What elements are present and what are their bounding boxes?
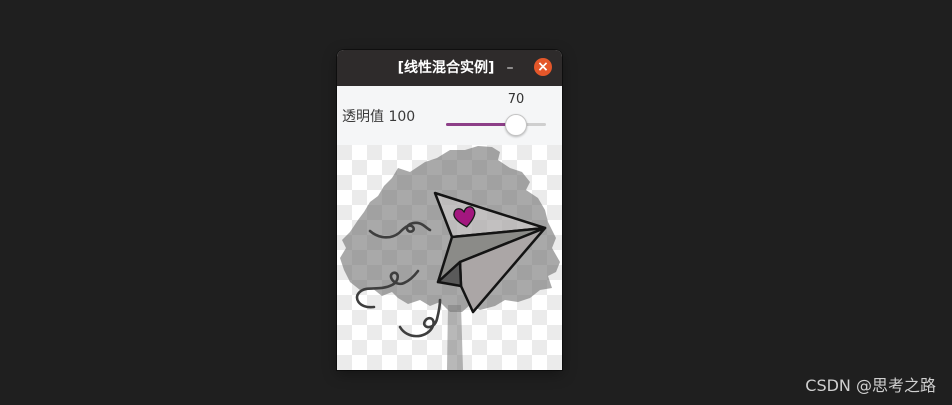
close-button[interactable]: × bbox=[534, 58, 552, 76]
minimize-button[interactable]: – bbox=[503, 59, 517, 77]
trackbar-panel: 透明值 100 70 bbox=[337, 86, 562, 145]
slider-thumb[interactable] bbox=[505, 114, 527, 136]
app-window: [线性混合实例] – × 透明值 100 70 bbox=[337, 50, 562, 370]
close-icon: × bbox=[537, 59, 549, 75]
watermark: CSDN @思考之路 bbox=[805, 376, 936, 395]
image-canvas bbox=[337, 145, 562, 370]
blended-image bbox=[337, 145, 562, 370]
opacity-slider[interactable]: 70 bbox=[446, 86, 546, 145]
title-bar[interactable]: [线性混合实例] – × bbox=[337, 50, 562, 86]
slider-value-label: 70 bbox=[507, 92, 525, 107]
tree-trunk bbox=[447, 305, 463, 370]
trackbar-label: 透明值 100 bbox=[342, 109, 416, 125]
window-title: [线性混合实例] bbox=[397, 60, 495, 76]
